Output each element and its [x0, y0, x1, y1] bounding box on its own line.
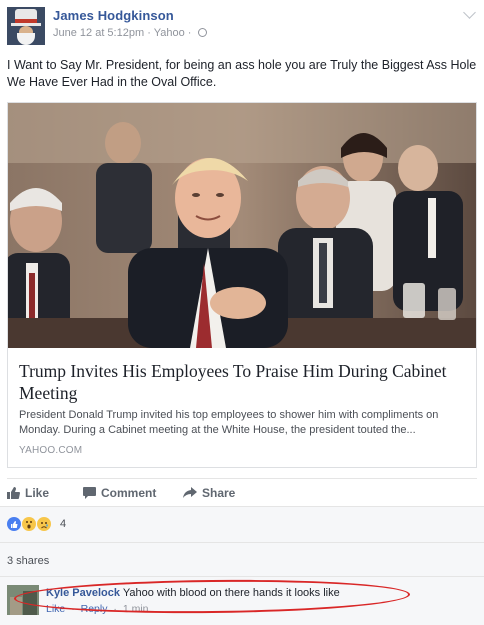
- article-description: President Donald Trump invited his top e…: [19, 409, 439, 436]
- author-avatar[interactable]: [7, 7, 45, 45]
- reactions-summary[interactable]: 4: [0, 506, 484, 542]
- thumbs-up-icon: [7, 487, 20, 499]
- post-header: James Hodgkinson June 12 at 5:12pm · Yah…: [0, 0, 484, 50]
- post-source-app[interactable]: Yahoo: [154, 27, 185, 39]
- globe-icon: [197, 28, 207, 37]
- article-photo-image: [8, 103, 476, 348]
- article-source: YAHOO.COM: [19, 445, 83, 456]
- share-button[interactable]: Share: [183, 486, 235, 500]
- post-meta: June 12 at 5:12pm · Yahoo ·: [53, 27, 207, 39]
- share-count[interactable]: 3 shares: [7, 555, 49, 567]
- post-date[interactable]: June 12 at 5:12pm: [53, 27, 144, 39]
- post-text: I Want to Say Mr. President, for being a…: [7, 58, 477, 89]
- article-photo[interactable]: [8, 103, 476, 348]
- wow-reaction-icon: [22, 517, 36, 531]
- comment-section: Kyle Pavelock Yahoo with blood on there …: [0, 576, 484, 625]
- comment-button[interactable]: Comment: [83, 486, 156, 500]
- author-name[interactable]: James Hodgkinson: [53, 8, 174, 23]
- like-reaction-icon: [7, 517, 21, 531]
- link-card-body[interactable]: Trump Invites His Employees To Praise Hi…: [8, 349, 476, 467]
- like-button[interactable]: Like: [7, 486, 49, 500]
- share-arrow-icon: [183, 487, 197, 498]
- reaction-count[interactable]: 4: [60, 518, 66, 530]
- sad-reaction-icon: [37, 517, 51, 531]
- comment-icon: [83, 487, 96, 499]
- link-preview-card[interactable]: Trump Invites His Employees To Praise Hi…: [7, 102, 477, 468]
- post-actions: Like Comment Share: [7, 478, 477, 506]
- shares-row: 3 shares: [0, 542, 484, 576]
- red-annotation-ellipse: [13, 577, 411, 616]
- article-title[interactable]: Trump Invites His Employees To Praise Hi…: [19, 360, 459, 404]
- chevron-down-icon[interactable]: [463, 6, 476, 19]
